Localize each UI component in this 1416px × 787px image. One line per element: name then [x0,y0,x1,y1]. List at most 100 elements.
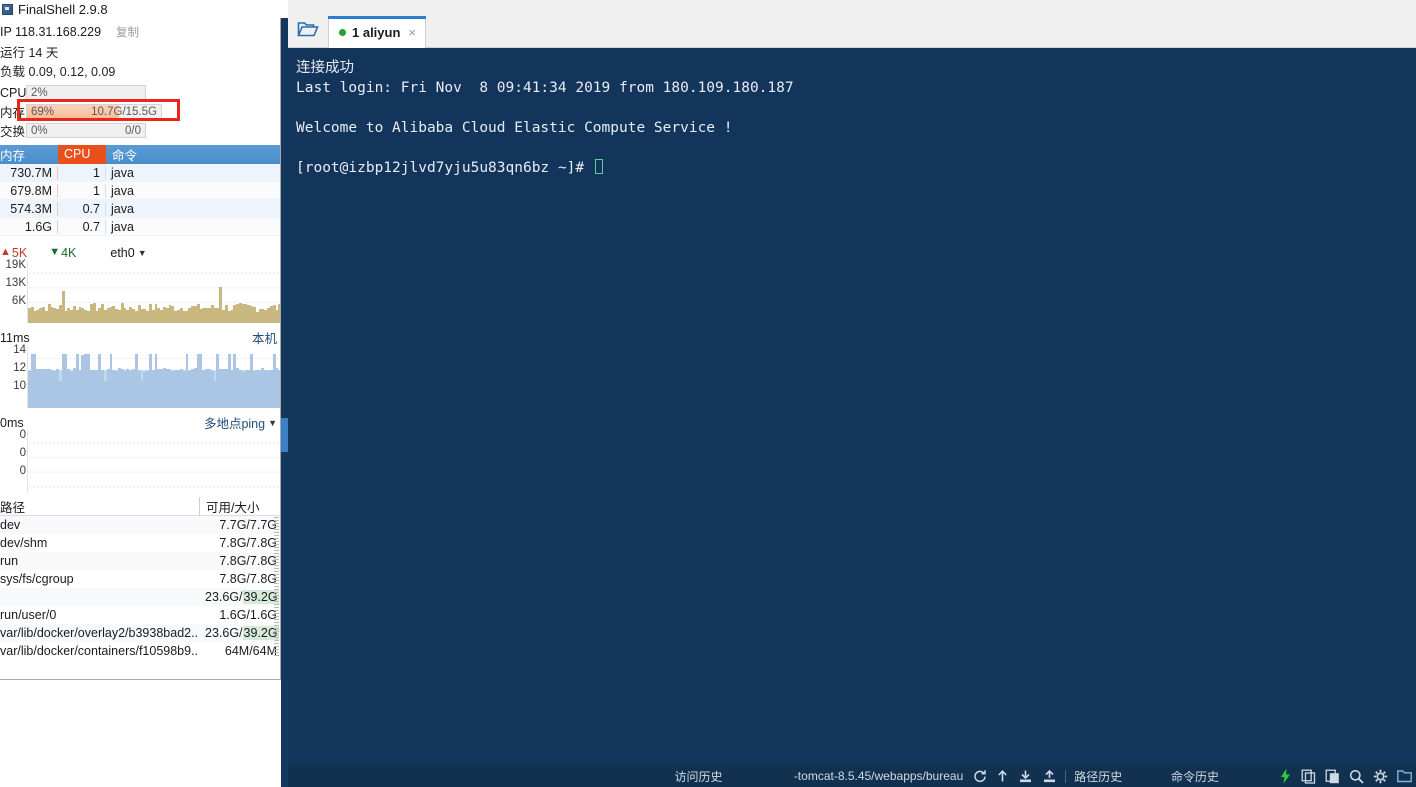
plot-gridlines [28,431,281,493]
disk-header-size[interactable]: 可用/大小 [199,496,281,516]
terminal-prompt: [root@izbp12jlvd7yju5u83qn6bz ~]# [296,160,593,176]
process-header-memory[interactable]: 内存 [0,145,58,164]
download-icon[interactable] [1018,769,1033,783]
memory-meter-value: 10.7G/15.5G [91,106,157,118]
table-row[interactable]: var/lib/docker/overlay2/b3938bad2... 23.6… [0,624,281,642]
multiping-selector[interactable]: 多地点ping ▼ [204,413,281,432]
swap-meter-row: 交换 0% 0/0 [0,121,281,140]
process-cpu: 1 [58,165,106,180]
path-history-button[interactable]: 路径历史 [1074,768,1122,785]
multiping-plot[interactable] [27,431,281,493]
multiping-y-tick: 0 [19,465,26,477]
terminal-line: Welcome to Alibaba Cloud Elastic Compute… [296,120,733,136]
resource-meters: CPU 2% 内存 69% 10.7G/15.5G 交换 0% 0/0 [0,83,281,140]
disk-size: 64M/64M [199,644,281,658]
process-rows: 730.7M 1 java 679.8M 1 java 574.3M 0.7 j… [0,164,281,236]
table-row[interactable]: dev 7.7G/7.7G [0,516,281,534]
process-command: java [111,201,134,216]
process-memory: 574.3M [0,201,58,216]
app-title: FinalShell 2.9.8 [18,1,108,17]
network-y-tick: 13K [5,277,26,289]
server-uptime: 运行 14 天 [0,46,59,60]
panel-divider-handle[interactable] [281,418,288,452]
terminal-cursor [594,159,603,174]
server-ip-label: IP 118.31.168.229 [0,25,102,39]
access-history-button[interactable]: 访问历史 [675,768,723,785]
upload-icon[interactable] [996,769,1009,783]
paste-icon[interactable] [1325,769,1340,784]
upload-file-icon[interactable] [1042,769,1057,783]
disk-size: 23.6G/39.2G [199,626,281,640]
process-cpu: 1 [58,183,106,198]
command-history-button[interactable]: 命令历史 [1171,768,1219,785]
network-y-tick: 19K [5,259,26,271]
table-row[interactable]: run/user/0 1.6G/1.6G [0,606,281,624]
disk-total: 1.6G [249,608,277,622]
multiping-graph-header: 0ms 多地点ping ▼ [0,412,281,432]
tab-bar: 1 aliyun × [288,0,1416,48]
process-memory: 730.7M [0,165,58,180]
cpu-meter-bar: 2% [26,85,146,100]
table-row[interactable]: 1.6G 0.7 java [0,218,281,236]
ping-graph-body: 14 12 10 [0,344,281,408]
copy-icon[interactable] [1301,769,1316,784]
table-row[interactable]: var/lib/docker/containers/f10598b9... 64M… [0,642,281,660]
ping-y-axis: 14 12 10 [0,344,27,408]
table-row[interactable]: run 7.8G/7.8G [0,552,281,570]
disk-path: dev [0,518,21,532]
disk-total: 7.8G [249,572,277,586]
disk-scrollbar[interactable] [274,517,279,657]
network-upload: ▲ 5K [0,246,27,260]
ping-y-tick: 14 [13,344,26,356]
ping-source-label[interactable]: 本机 [252,328,281,347]
ping-current-value: 11ms [0,330,30,345]
table-row[interactable]: 679.8M 1 java [0,182,281,200]
tab-label: 1 aliyun [352,25,401,40]
terminal-output[interactable]: 连接成功 Last login: Fri Nov 8 09:41:34 2019… [288,48,1416,765]
terminal-prompt-line: [root@izbp12jlvd7yju5u83qn6bz ~]# [296,158,1408,178]
table-row[interactable]: 23.6G/39.2G [0,588,281,606]
disk-available: 64M/ [224,644,253,658]
process-header-command[interactable]: 命令 [106,145,281,164]
open-folder-button[interactable] [288,12,328,46]
ping-plot[interactable] [27,346,281,408]
disk-available: 7.7G/ [219,518,250,532]
cpu-meter-percent: 2% [31,87,48,99]
network-plot[interactable] [27,261,281,323]
chevron-down-icon: ▼ [137,247,147,258]
disk-size: 7.8G/7.8G [199,554,281,568]
process-command: java [111,183,134,198]
disk-size: 7.8G/7.8G [199,572,281,586]
swap-meter-percent: 0% [31,125,48,137]
title-bar: FinalShell 2.9.8 [0,0,288,18]
disk-total: 7.7G [249,518,277,532]
tab-aliyun[interactable]: 1 aliyun × [328,16,427,48]
panel-divider[interactable] [281,18,288,787]
table-row[interactable]: 574.3M 0.7 java [0,200,281,218]
disk-path: dev/shm [0,536,48,550]
table-row[interactable]: dev/shm 7.8G/7.8G [0,534,281,552]
gear-icon[interactable] [1373,769,1388,784]
network-graph-body: 19K 13K 6K [0,259,281,323]
close-icon[interactable]: × [408,25,416,40]
disk-size: 23.6G/39.2G [199,590,281,604]
disk-total: 7.8G [249,536,277,550]
network-graph-header: ▲ 5K ▼ 4K eth0 ▼ [0,242,281,261]
process-memory: 679.8M [0,183,58,198]
search-icon[interactable] [1349,769,1364,784]
copy-ip-button[interactable]: 复制 [110,22,145,42]
process-header-cpu[interactable]: CPU [58,145,106,164]
refresh-icon[interactable] [973,769,987,783]
disk-size: 1.6G/1.6G [199,608,281,622]
ping-y-tick: 12 [13,362,26,374]
folder-icon[interactable] [1397,769,1412,783]
table-row[interactable]: sys/fs/cgroup 7.8G/7.8G [0,570,281,588]
disk-header-path[interactable]: 路径 [0,497,199,516]
table-row[interactable]: 730.7M 1 java [0,164,281,182]
lightning-icon[interactable] [1279,768,1292,784]
process-cpu: 0.7 [58,219,106,234]
terminal-area: 1 aliyun × 连接成功 Last login: Fri Nov 8 09… [288,0,1416,787]
network-interface-selector[interactable]: eth0 ▼ [110,246,146,260]
status-separator [1065,769,1067,783]
